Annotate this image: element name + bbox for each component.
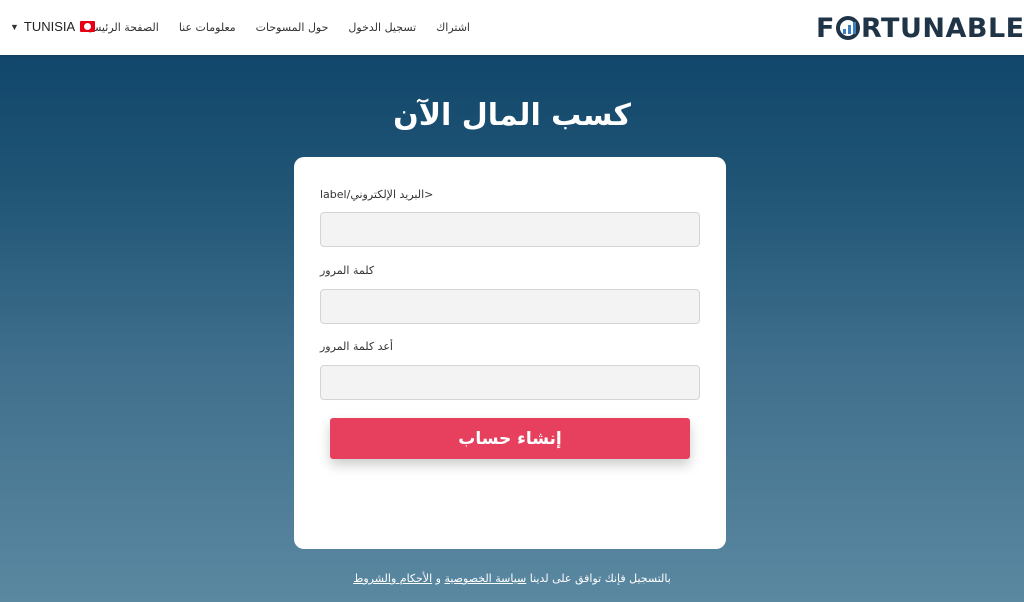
confirm-password-label: أعد كلمة المرور <box>320 340 393 353</box>
logo-chart-icon <box>835 16 860 40</box>
terms-conjunction: و <box>435 572 441 585</box>
nav-login[interactable]: تسجيل الدخول <box>348 21 416 34</box>
confirm-password-field[interactable] <box>320 365 700 400</box>
page-title: كسب المال الآن <box>393 98 631 133</box>
email-label: label/البريد الإلكتروني> <box>320 188 434 201</box>
logo-text-end: RTUNABLE <box>860 12 1024 44</box>
nav-subscribe[interactable]: اشتراك <box>436 21 470 34</box>
email-field[interactable] <box>320 212 700 247</box>
privacy-policy-link[interactable]: سياسة الخصوصية <box>444 572 526 585</box>
nav-about[interactable]: معلومات عنا <box>179 21 236 34</box>
country-selector[interactable]: ▼ TUNISIA <box>10 19 96 34</box>
nav-surveys[interactable]: حول المسوحات <box>256 21 329 34</box>
main-nav: الصفحة الرئيسية معلومات عنا حول المسوحات… <box>83 18 470 36</box>
signup-form-card: label/البريد الإلكتروني> كلمة المرور أعد… <box>294 157 726 549</box>
country-label: TUNISIA <box>23 19 76 34</box>
terms-notice: بالتسجيل فإنك توافق على لدينا سياسة الخص… <box>0 572 1024 585</box>
terms-link[interactable]: الأحكام والشروط <box>353 572 432 585</box>
password-field[interactable] <box>320 289 700 324</box>
chevron-down-icon: ▼ <box>10 21 19 32</box>
terms-prefix: بالتسجيل فإنك توافق على لدينا <box>529 572 671 585</box>
create-account-button[interactable]: إنشاء حساب <box>330 418 690 459</box>
fortunable-logo[interactable]: F RTUNABLE <box>816 12 1024 44</box>
tunisia-flag-icon <box>80 21 96 32</box>
logo-text-start: F <box>816 12 835 44</box>
site-header: F RTUNABLE الصفحة الرئيسية معلومات عنا ح… <box>0 0 1024 55</box>
password-label: كلمة المرور <box>320 264 375 277</box>
